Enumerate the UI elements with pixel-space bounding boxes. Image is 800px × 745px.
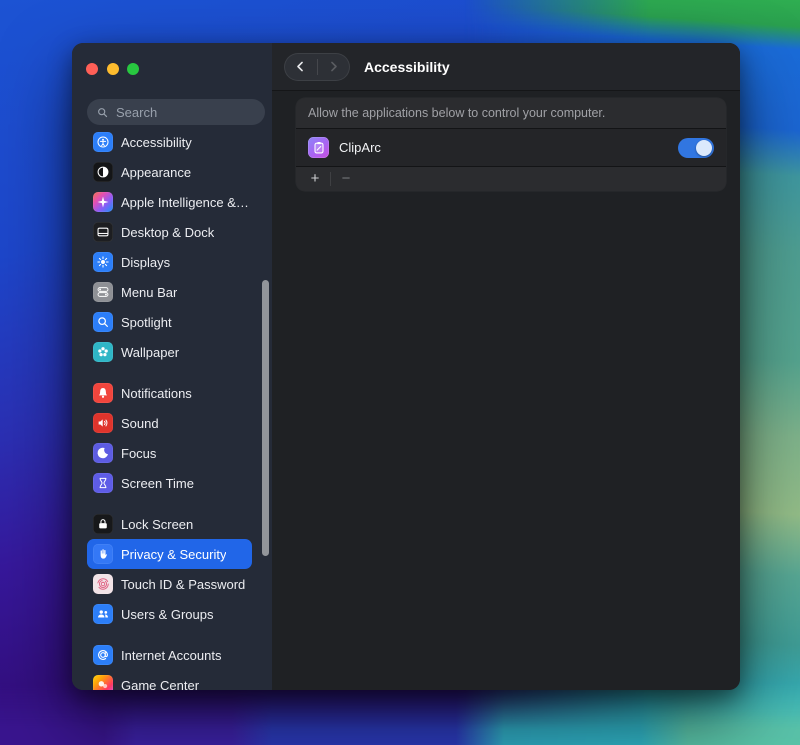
sparkle-icon xyxy=(93,192,113,212)
search-input[interactable] xyxy=(114,104,238,121)
sidebar-item-label: Lock Screen xyxy=(121,517,193,532)
sidebar-item-privacy-security[interactable]: Privacy & Security xyxy=(87,539,252,569)
footer-divider xyxy=(330,172,331,186)
sidebar-item-notifications[interactable]: Notifications xyxy=(87,378,252,408)
sidebar-item-label: Apple Intelligence &… xyxy=(121,195,249,210)
sidebar-item-label: Wallpaper xyxy=(121,345,179,360)
fingerprint-icon xyxy=(93,574,113,594)
app-name: ClipArc xyxy=(339,140,381,155)
sidebar-item-lock-screen[interactable]: Lock Screen xyxy=(87,509,252,539)
lock-icon xyxy=(93,514,113,534)
sun-icon xyxy=(93,252,113,272)
sidebar-item-sound[interactable]: Sound xyxy=(87,408,252,438)
sidebar-item-wallpaper[interactable]: Wallpaper xyxy=(87,337,252,367)
traffic-lights xyxy=(86,63,139,75)
back-button[interactable] xyxy=(284,53,317,81)
add-app-button[interactable]: + xyxy=(304,168,326,190)
minimize-button[interactable] xyxy=(107,63,119,75)
sidebar-scrollbar[interactable] xyxy=(262,280,269,556)
clipboard-app-icon xyxy=(308,137,329,158)
sidebar-item-screen-time[interactable]: Screen Time xyxy=(87,468,252,498)
search-icon xyxy=(96,106,109,119)
people-icon xyxy=(93,604,113,624)
menubar-icon xyxy=(93,282,113,302)
sidebar-item-spotlight[interactable]: Spotlight xyxy=(87,307,252,337)
forward-button[interactable] xyxy=(318,53,351,81)
accessibility-icon xyxy=(93,132,113,152)
sidebar-item-label: Appearance xyxy=(121,165,191,180)
content-pane: Accessibility Allow the applications bel… xyxy=(272,43,740,690)
flower-icon xyxy=(93,342,113,362)
hand-icon xyxy=(93,544,113,564)
hourglass-icon xyxy=(93,473,113,493)
sidebar-item-label: Displays xyxy=(121,255,170,270)
speaker-icon xyxy=(93,413,113,433)
bell-icon xyxy=(93,383,113,403)
content-header: Accessibility xyxy=(272,43,740,91)
sidebar-item-internet-accounts[interactable]: Internet Accounts xyxy=(87,640,252,670)
toggle-knob xyxy=(696,140,712,156)
sidebar-item-label: Menu Bar xyxy=(121,285,177,300)
sidebar-item-label: Desktop & Dock xyxy=(121,225,214,240)
permissions-description: Allow the applications below to control … xyxy=(296,98,726,128)
app-row-cliparc: ClipArc xyxy=(296,128,726,167)
sidebar-item-game-center[interactable]: Game Center xyxy=(87,670,252,690)
wallpaper-gradient-bottom xyxy=(0,683,800,745)
sidebar-item-focus[interactable]: Focus xyxy=(87,438,252,468)
sidebar-item-menu-bar[interactable]: Menu Bar xyxy=(87,277,252,307)
at-icon xyxy=(93,645,113,665)
sidebar-item-label: Screen Time xyxy=(121,476,194,491)
page-title: Accessibility xyxy=(364,59,450,75)
sidebar-item-accessibility[interactable]: Accessibility xyxy=(87,127,252,157)
sidebar-item-appearance[interactable]: Appearance xyxy=(87,157,252,187)
contrast-icon xyxy=(93,162,113,182)
sidebar-item-label: Game Center xyxy=(121,678,199,691)
window-icon xyxy=(93,222,113,242)
zoom-button[interactable] xyxy=(127,63,139,75)
sidebar-item-desktop-dock[interactable]: Desktop & Dock xyxy=(87,217,252,247)
sidebar-item-label: Internet Accounts xyxy=(121,648,221,663)
remove-app-button[interactable]: − xyxy=(335,168,357,190)
group-footer: + − xyxy=(296,167,726,191)
app-permission-toggle[interactable] xyxy=(678,138,714,158)
navigation-pill xyxy=(284,53,350,81)
system-settings-window: Accessibility Appearance Apple Intelligenc… xyxy=(72,43,740,690)
sidebar-item-label: Privacy & Security xyxy=(121,547,226,562)
app-permissions-group: Allow the applications below to control … xyxy=(296,98,726,191)
sidebar: Accessibility Appearance Apple Intelligenc… xyxy=(72,43,272,690)
app-rows: ClipArc xyxy=(296,128,726,167)
sidebar-item-displays[interactable]: Displays xyxy=(87,247,252,277)
sidebar-item-label: Touch ID & Password xyxy=(121,577,245,592)
sidebar-item-apple-intelligence[interactable]: Apple Intelligence &… xyxy=(87,187,252,217)
sidebar-item-label: Spotlight xyxy=(121,315,172,330)
magnifier-icon xyxy=(93,312,113,332)
sidebar-item-touch-id-password[interactable]: Touch ID & Password xyxy=(87,569,252,599)
search-field[interactable] xyxy=(87,99,265,125)
sidebar-item-label: Sound xyxy=(121,416,159,431)
sidebar-groups: Accessibility Appearance Apple Intelligenc… xyxy=(72,127,272,690)
gamecenter-icon xyxy=(93,675,113,690)
sidebar-item-label: Accessibility xyxy=(121,135,192,150)
sidebar-item-label: Notifications xyxy=(121,386,192,401)
content-body: Allow the applications below to control … xyxy=(272,91,740,191)
sidebar-item-label: Users & Groups xyxy=(121,607,213,622)
sidebar-item-label: Focus xyxy=(121,446,156,461)
close-button[interactable] xyxy=(86,63,98,75)
sidebar-item-users-groups[interactable]: Users & Groups xyxy=(87,599,252,629)
moon-icon xyxy=(93,443,113,463)
